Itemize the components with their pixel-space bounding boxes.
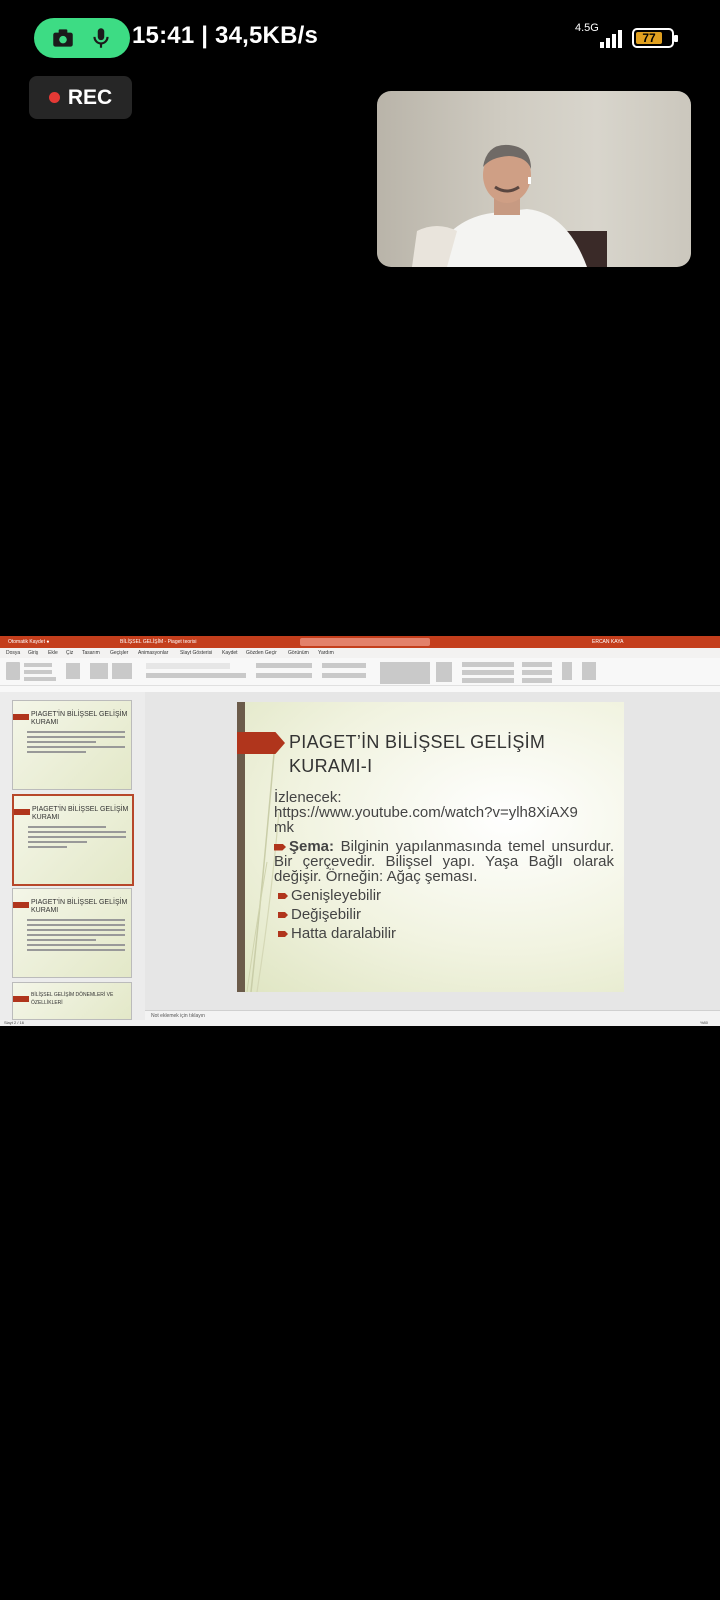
person-video-image (412, 144, 607, 267)
network-type: 4.5G (575, 22, 599, 34)
ppt-ribbon (0, 658, 720, 693)
menu-slideshow[interactable]: Slayt Gösterisi (180, 648, 212, 658)
sub-bullet: Hatta daralabilir (278, 926, 614, 941)
rec-button[interactable]: REC (29, 76, 132, 119)
current-slide: PIAGET’İN BİLİŞSEL GELİŞİM KURAMI-I İzle… (237, 702, 624, 992)
screen-record-indicator[interactable] (34, 18, 130, 58)
sub-bullet: Genişleyebilir (278, 888, 614, 903)
izlenecek-label: İzlenecek: (274, 789, 342, 806)
thumbnail-title: PIAGET'İN BİLİŞSEL GELİŞİM KURAMI (31, 899, 128, 914)
menu-file[interactable]: Dosya (6, 648, 20, 658)
menu-home[interactable]: Giriş (28, 648, 38, 658)
thumbnail-title: BİLİŞSEL GELİŞİM DÖNEMLERİ VE ÖZELLİKLER… (31, 992, 114, 1006)
microphone-icon (93, 28, 109, 48)
menu-record[interactable]: Kaydet (222, 648, 238, 658)
record-dot-icon (48, 92, 60, 103)
menu-review[interactable]: Gözden Geçir (246, 648, 277, 658)
menu-design[interactable]: Tasarım (82, 648, 100, 658)
thumbnail-title: PIAGET'İN BİLİŞSEL GELİŞİM KURAMI (32, 806, 129, 821)
slide-counter: Slayt 2 / 16 (4, 1020, 25, 1025)
video-link-continued[interactable]: mk (274, 820, 614, 835)
video-link[interactable]: https://www.youtube.com/watch?v=ylh8XiAX… (274, 805, 614, 820)
slide-thumbnail-selected[interactable]: 2 PIAGET'İN BİLİŞSEL GELİŞİM KURAMI (12, 794, 134, 886)
slide-thumbnail[interactable]: 3 PIAGET'İN BİLİŞSEL GELİŞİM KURAMI (12, 888, 132, 978)
menu-draw[interactable]: Çiz (66, 648, 73, 658)
bullet-arrow-icon (278, 912, 288, 919)
battery-level: 77 (636, 32, 662, 44)
slide-thumbnail[interactable]: 4 BİLİŞSEL GELİŞİM DÖNEMLERİ VE ÖZELLİKL… (12, 982, 132, 1020)
bullet-arrow-icon (274, 843, 286, 851)
menu-animations[interactable]: Animasyonlar (138, 648, 168, 658)
user-name: ERCAN KAYA (592, 639, 624, 645)
ppt-menu-bar: Dosya Giriş Ekle Çiz Tasarım Geçişler An… (0, 648, 720, 658)
menu-view[interactable]: Görünüm (288, 648, 309, 658)
rec-label: REC (67, 85, 113, 109)
ppt-status-bar: Slayt 2 / 16 %80 (0, 1020, 720, 1026)
slide-thumbnail[interactable]: 1 PIAGET'İN BİLİŞSEL GELİŞİM KURAMI (12, 700, 132, 790)
zoom-level: %80 (700, 1020, 709, 1025)
search-box[interactable] (300, 638, 430, 646)
menu-help[interactable]: Yardım (318, 648, 334, 658)
menu-transitions[interactable]: Geçişler (110, 648, 128, 658)
battery-icon: 77 (632, 28, 678, 48)
slide-body: İzlenecek: https://www.youtube.com/watch… (274, 790, 614, 941)
ribbon-controls (0, 662, 720, 686)
menu-insert[interactable]: Ekle (48, 648, 58, 658)
ppt-title-bar: Otomatik Kaydet ● BİLİŞSEL GELİŞİM - Pia… (0, 636, 720, 648)
bullet-arrow-icon (278, 931, 288, 938)
slide-title: PIAGET’İN BİLİŞSEL GELİŞİM KURAMI-I (289, 732, 546, 776)
bullet-arrow-icon (278, 893, 288, 900)
thumbnail-title: PIAGET'İN BİLİŞSEL GELİŞİM KURAMI (31, 711, 128, 726)
camera-preview[interactable] (377, 91, 691, 267)
sub-bullet: Değişebilir (278, 907, 614, 922)
status-time: 15:41 | 34,5KB/s (132, 22, 319, 49)
camera-icon (53, 29, 73, 47)
slide-thumbnails-pane: 1 PIAGET'İN BİLİŞSEL GELİŞİM KURAMI 2 PI… (0, 692, 146, 1022)
signal-icon (600, 28, 622, 48)
window-title: BİLİŞSEL GELİŞİM - Piaget teorisi (120, 639, 197, 645)
title-arrow-tab (237, 732, 285, 754)
sema-paragraph: Şema: Bilginin yapılanmasında temel unsu… (274, 839, 614, 884)
autosave-label: Otomatik Kaydet ● (8, 639, 50, 645)
